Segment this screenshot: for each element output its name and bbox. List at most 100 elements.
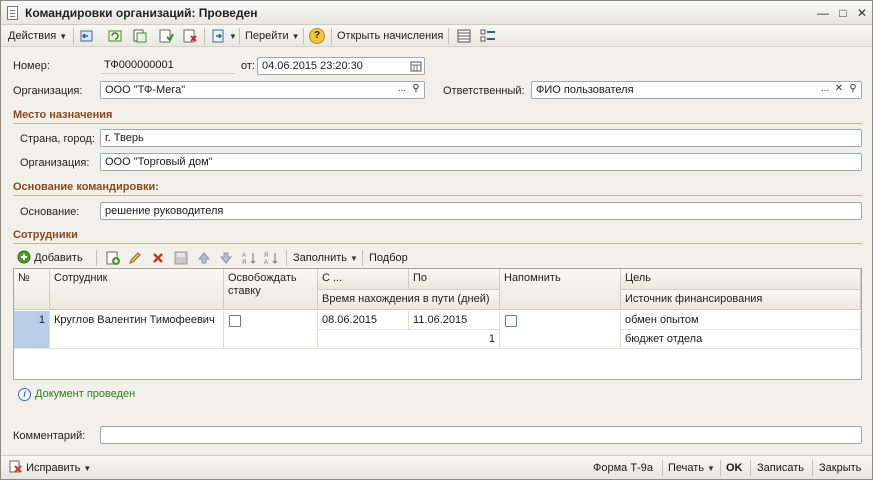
delete-icon[interactable] bbox=[150, 250, 166, 266]
fill-menu[interactable]: Заполнить ▼ bbox=[293, 250, 358, 266]
number-field[interactable]: ТФ000000001 bbox=[101, 56, 235, 74]
org-value: ООО "ТФ-Мега" bbox=[105, 84, 186, 96]
chevron-down-icon[interactable]: ▼ bbox=[229, 32, 237, 41]
actions-menu[interactable]: Действия ▼ bbox=[8, 28, 67, 44]
number-label: Номер: bbox=[13, 60, 50, 72]
section-divider bbox=[13, 123, 862, 124]
unpost-document-icon[interactable] bbox=[182, 28, 198, 44]
row-num-cell[interactable]: 1 bbox=[14, 311, 50, 349]
svg-text:Я: Я bbox=[264, 253, 268, 259]
select-button[interactable]: ... bbox=[818, 82, 832, 98]
col-header-to[interactable]: По bbox=[409, 269, 500, 290]
chevron-down-icon: ▼ bbox=[83, 464, 92, 473]
chevron-down-icon: ▼ bbox=[291, 32, 300, 41]
info-icon: i bbox=[18, 388, 31, 401]
goto-label: Перейти bbox=[245, 30, 289, 42]
comment-field[interactable] bbox=[100, 426, 862, 444]
add-label: Добавить bbox=[34, 252, 83, 264]
fix-label: Исправить bbox=[26, 462, 81, 474]
back-arrow-icon[interactable] bbox=[79, 28, 95, 44]
close-button[interactable]: Закрыть bbox=[819, 460, 861, 476]
open-accruals-button[interactable]: Открыть начисления bbox=[337, 28, 443, 44]
maximize-icon[interactable]: □ bbox=[835, 5, 851, 21]
release-checkbox[interactable] bbox=[229, 315, 241, 327]
search-icon[interactable]: ⚲ bbox=[409, 82, 423, 98]
city-label: Страна, город: bbox=[20, 133, 95, 145]
end-edit-icon[interactable] bbox=[173, 250, 189, 266]
move-down-icon[interactable] bbox=[218, 250, 234, 266]
org-label: Организация: bbox=[13, 85, 83, 97]
search-icon[interactable]: ⚲ bbox=[846, 82, 860, 98]
col-header-release[interactable]: Освобождать ставку bbox=[224, 269, 318, 310]
bottom-bar: Исправить ▼ Форма Т-9а Печать ▼ OK Записат… bbox=[1, 455, 872, 479]
row-remind-cell bbox=[500, 311, 621, 349]
col-header-num[interactable]: № bbox=[14, 269, 50, 310]
employees-section-title: Сотрудники bbox=[13, 229, 78, 241]
structure-icon[interactable] bbox=[210, 28, 226, 44]
row-travel-days-cell[interactable]: 1 bbox=[318, 330, 500, 349]
city-value: г. Тверь bbox=[105, 132, 144, 144]
help-icon[interactable]: ? bbox=[309, 28, 325, 44]
employees-table: № Сотрудник Освобождать ставку С ... По … bbox=[13, 268, 862, 380]
move-up-icon[interactable] bbox=[196, 250, 212, 266]
copy-icon[interactable] bbox=[132, 28, 148, 44]
edit-icon[interactable] bbox=[127, 250, 143, 266]
row-purpose-cell[interactable]: обмен опытом bbox=[621, 311, 861, 330]
main-toolbar: Действия ▼ ▼ Перейти ▼ ? Открыть начислени… bbox=[1, 25, 872, 47]
col-header-travel-time[interactable]: Время нахождения в пути (дней) bbox=[318, 290, 500, 310]
responsible-field[interactable]: ФИО пользователя ... ✕ ⚲ bbox=[531, 81, 862, 99]
row-from-cell[interactable]: 08.06.2015 bbox=[318, 311, 409, 330]
add-icon bbox=[17, 250, 31, 264]
col-header-from[interactable]: С ... bbox=[318, 269, 409, 290]
svg-text:Я: Я bbox=[242, 260, 246, 266]
date-value: 04.06.2015 23:20:30 bbox=[262, 60, 363, 72]
save-button[interactable]: Записать bbox=[757, 460, 804, 476]
col-header-remind[interactable]: Напомнить bbox=[500, 269, 621, 310]
chevron-down-icon: ▼ bbox=[59, 32, 68, 41]
sort-desc-icon[interactable]: ЯA bbox=[263, 250, 279, 266]
checklist-icon[interactable] bbox=[480, 28, 496, 44]
col-header-employee[interactable]: Сотрудник bbox=[50, 269, 224, 310]
basis-section-title: Основание командировки: bbox=[13, 181, 159, 193]
svg-text:A: A bbox=[264, 260, 268, 266]
minimize-icon[interactable]: — bbox=[815, 5, 831, 21]
select-employees-button[interactable]: Подбор bbox=[369, 250, 408, 266]
goto-menu[interactable]: Перейти ▼ bbox=[245, 28, 300, 44]
date-field[interactable]: 04.06.2015 23:20:30 bbox=[257, 57, 425, 75]
row-to-cell[interactable]: 11.06.2015 bbox=[409, 311, 500, 330]
basis-value: решение руководителя bbox=[105, 205, 224, 217]
remind-checkbox[interactable] bbox=[505, 315, 517, 327]
add-copy-icon[interactable] bbox=[105, 250, 121, 266]
status-text: Документ проведен bbox=[35, 388, 136, 400]
print-menu[interactable]: Печать ▼ bbox=[668, 460, 715, 476]
dest-org-value: ООО "Торговый дом" bbox=[105, 156, 213, 168]
calendar-icon[interactable] bbox=[409, 58, 423, 74]
city-field[interactable]: г. Тверь bbox=[100, 129, 862, 147]
document-icon bbox=[7, 6, 18, 20]
dest-org-field[interactable]: ООО "Торговый дом" bbox=[100, 153, 862, 171]
sort-asc-icon[interactable]: AЯ bbox=[241, 250, 257, 266]
chevron-down-icon: ▼ bbox=[707, 464, 715, 473]
destination-section-title: Место назначения bbox=[13, 109, 113, 121]
refresh-icon[interactable] bbox=[107, 28, 123, 44]
fix-icon bbox=[9, 460, 22, 473]
col-header-purpose[interactable]: Цель bbox=[621, 269, 861, 290]
fill-label: Заполнить bbox=[293, 252, 348, 264]
org-field[interactable]: ООО "ТФ-Мега" ... ⚲ bbox=[100, 81, 425, 99]
select-button[interactable]: ... bbox=[395, 82, 409, 98]
basis-field[interactable]: решение руководителя bbox=[100, 202, 862, 220]
fix-menu[interactable]: Исправить ▼ bbox=[9, 460, 91, 476]
list-view-icon[interactable] bbox=[456, 28, 472, 44]
clear-icon[interactable]: ✕ bbox=[832, 82, 846, 98]
form-t9a-button[interactable]: Форма Т-9а bbox=[593, 460, 653, 476]
col-header-funding[interactable]: Источник финансирования bbox=[621, 290, 861, 310]
ok-button[interactable]: OK bbox=[726, 460, 743, 476]
row-employee-cell[interactable]: Круглов Валентин Тимофеевич bbox=[50, 311, 224, 349]
row-funding-cell[interactable]: бюджет отдела bbox=[621, 330, 861, 349]
add-row-button[interactable]: Добавить bbox=[17, 250, 83, 266]
post-document-icon[interactable] bbox=[158, 28, 174, 44]
row-release-cell bbox=[224, 311, 318, 349]
actions-label: Действия bbox=[8, 30, 57, 42]
responsible-value: ФИО пользователя bbox=[536, 84, 634, 96]
close-icon[interactable]: ✕ bbox=[854, 5, 870, 21]
